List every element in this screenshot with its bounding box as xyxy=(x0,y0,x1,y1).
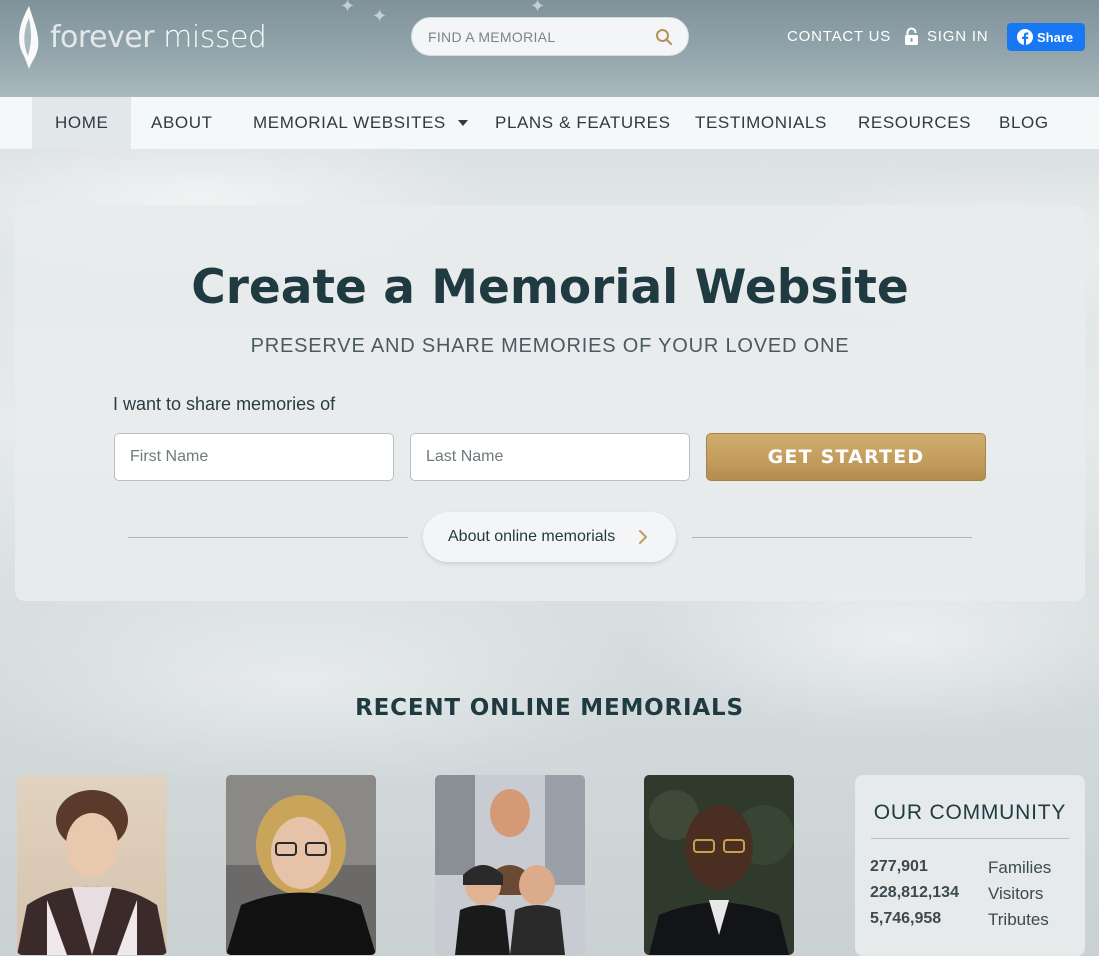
divider-right xyxy=(692,537,972,538)
nav-blog[interactable]: BLOG xyxy=(976,97,1072,149)
memorial-photo[interactable] xyxy=(644,775,794,955)
logo-wordmark: forever missed xyxy=(50,19,267,55)
families-label: Families xyxy=(988,858,1052,877)
get-started-button[interactable]: GET STARTED xyxy=(706,433,986,481)
last-name-field[interactable] xyxy=(410,433,690,481)
chevron-right-icon xyxy=(639,530,647,544)
bird-decoration: ✦ xyxy=(530,0,546,17)
nav-resources[interactable]: RESOURCES xyxy=(835,97,994,149)
community-title: OUR COMMUNITY xyxy=(873,801,1067,824)
recent-memorials-heading: RECENT ONLINE MEMORIALS xyxy=(355,695,744,721)
community-divider xyxy=(871,838,1069,839)
about-online-memorials-link[interactable]: About online memorials xyxy=(423,512,676,562)
nav-plans-label: PLANS & FEATURES xyxy=(495,113,671,132)
about-online-memorials-label: About online memorials xyxy=(448,528,616,545)
nav-blog-label: BLOG xyxy=(999,113,1049,132)
nav-about[interactable]: ABOUT xyxy=(128,97,236,149)
search-icon[interactable] xyxy=(655,28,673,46)
memorial-photo[interactable] xyxy=(17,775,167,955)
community-stats-card: OUR COMMUNITY 277,901 Families 228,812,1… xyxy=(855,775,1085,956)
first-name-field[interactable] xyxy=(114,433,394,481)
nav-testimonials-label: TESTIMONIALS xyxy=(695,113,827,132)
share-memories-label: I want to share memories of xyxy=(113,394,336,414)
sign-in-link[interactable]: SIGN IN xyxy=(927,28,988,45)
nav-about-label: ABOUT xyxy=(151,113,213,132)
memorial-search xyxy=(411,17,689,56)
bird-decoration: ✦ xyxy=(372,6,388,27)
nav-home[interactable]: HOME xyxy=(32,97,132,149)
facebook-share-button[interactable]: Share xyxy=(1007,23,1085,51)
lock-icon xyxy=(905,27,918,45)
tributes-count: 5,746,958 xyxy=(870,910,942,927)
flame-icon xyxy=(19,6,39,69)
contact-us-link[interactable]: CONTACT US xyxy=(787,28,891,45)
visitors-label: Visitors xyxy=(988,884,1044,903)
nav-plans-features[interactable]: PLANS & FEATURES xyxy=(472,97,694,149)
hero-subtitle: PRESERVE AND SHARE MEMORIES OF YOUR LOVE… xyxy=(250,335,850,357)
site-logo[interactable]: forever missed xyxy=(14,4,267,70)
nav-testimonials[interactable]: TESTIMONIALS xyxy=(672,97,850,149)
site-header: ✦ ✦ ✦ forever missed CONTACT US SIGN IN … xyxy=(0,0,1099,97)
memorial-photo[interactable] xyxy=(226,775,376,955)
nav-home-label: HOME xyxy=(55,113,109,132)
facebook-icon xyxy=(1017,29,1033,45)
create-memorial-card: Create a Memorial Website PRESERVE AND S… xyxy=(15,205,1085,601)
tributes-label: Tributes xyxy=(988,910,1049,929)
visitors-count: 228,812,134 xyxy=(870,884,959,901)
search-input[interactable] xyxy=(428,28,648,45)
share-label: Share xyxy=(1037,29,1074,45)
nav-resources-label: RESOURCES xyxy=(858,113,972,132)
main-nav: HOME ABOUT MEMORIAL WEBSITES PLANS & FEA… xyxy=(0,97,1099,149)
divider-left xyxy=(128,537,408,538)
nav-memorial-websites[interactable]: MEMORIAL WEBSITES xyxy=(230,97,491,149)
caret-down-icon xyxy=(457,120,468,126)
memorial-photo[interactable] xyxy=(435,775,585,955)
bird-decoration: ✦ xyxy=(340,0,356,17)
page-title: Create a Memorial Website xyxy=(191,260,909,315)
nav-memorial-websites-label: MEMORIAL WEBSITES xyxy=(253,113,446,132)
families-count: 277,901 xyxy=(870,858,928,875)
